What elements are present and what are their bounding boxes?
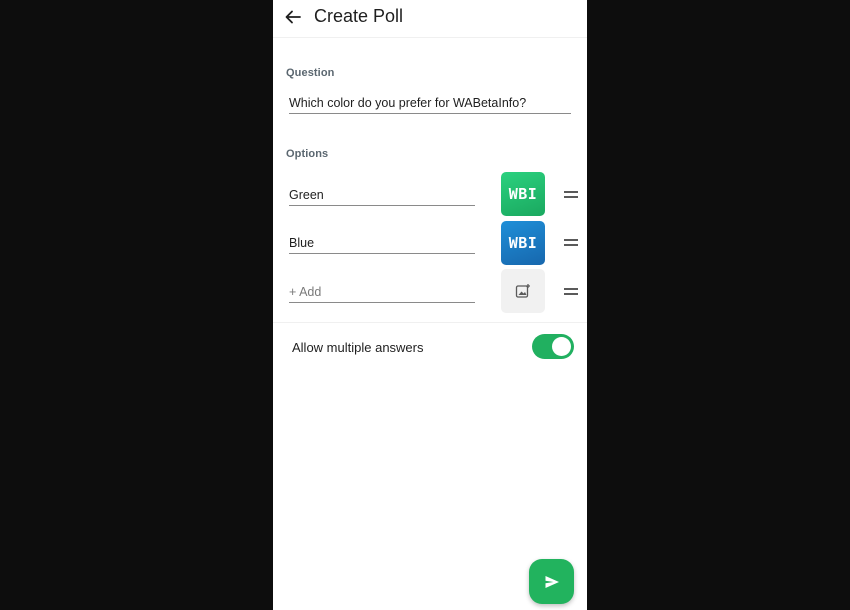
option-image-label-1: WBI xyxy=(508,185,538,203)
question-label: Question xyxy=(286,67,335,79)
multiple-answers-toggle[interactable] xyxy=(532,334,574,359)
option-input-2[interactable]: Blue xyxy=(289,236,475,254)
top-app-bar: Create Poll xyxy=(273,0,587,38)
add-option-input[interactable]: + Add xyxy=(289,285,475,303)
drag-handle-icon[interactable] xyxy=(564,191,578,199)
drag-handle-icon[interactable] xyxy=(564,288,578,296)
page-title: Create Poll xyxy=(314,6,404,26)
arrow-back-icon xyxy=(285,10,301,24)
add-image-icon xyxy=(515,284,530,298)
option-image-2[interactable]: WBI xyxy=(501,221,545,265)
add-image-button[interactable] xyxy=(501,269,545,313)
multiple-answers-label: Allow multiple answers xyxy=(292,340,424,355)
toggle-knob xyxy=(552,337,571,356)
poll-screen: Create Poll Question Which color do you … xyxy=(273,0,587,610)
drag-handle-icon[interactable] xyxy=(564,239,578,247)
send-button[interactable] xyxy=(529,559,574,604)
option-input-1[interactable]: Green xyxy=(289,188,475,206)
send-icon xyxy=(545,575,559,588)
options-label: Options xyxy=(286,148,329,160)
option-image-label-2: WBI xyxy=(508,234,538,252)
question-input[interactable]: Which color do you prefer for WABetaInfo… xyxy=(289,96,571,114)
divider xyxy=(273,322,587,323)
back-button[interactable] xyxy=(283,5,303,29)
option-image-1[interactable]: WBI xyxy=(501,172,545,216)
